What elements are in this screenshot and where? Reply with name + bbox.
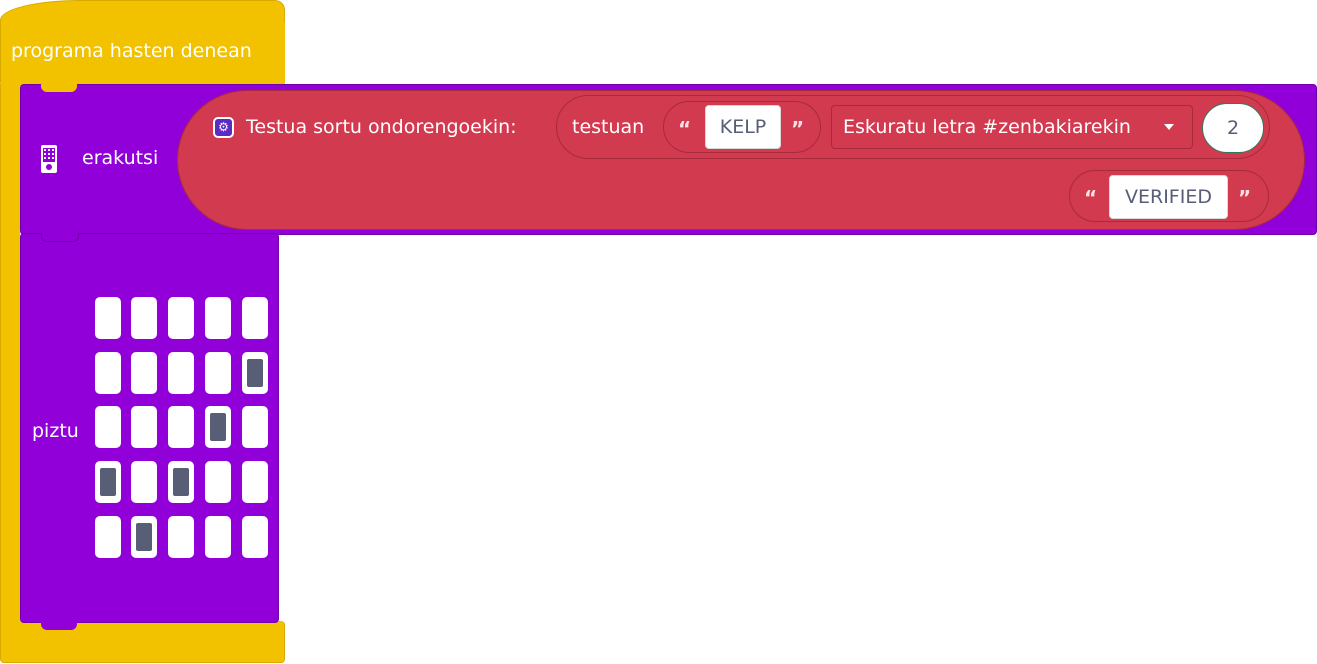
led-cell[interactable]: [205, 461, 231, 503]
open-quote-icon: “: [678, 117, 692, 141]
led-display-icon: [41, 145, 57, 173]
led-cell[interactable]: [205, 352, 231, 394]
dropdown-arrow-icon[interactable]: [1162, 122, 1176, 132]
block-notch: [41, 84, 77, 92]
led-cell[interactable]: [168, 516, 194, 558]
led-cell[interactable]: [95, 297, 121, 339]
led-cell[interactable]: [168, 297, 194, 339]
led-cell[interactable]: [168, 461, 194, 503]
index-number-field[interactable]: 2: [1202, 103, 1264, 153]
led-cell[interactable]: [168, 352, 194, 394]
event-block-label: programa hasten denean: [11, 40, 252, 62]
block-notch-bottom: [41, 622, 77, 630]
led-cell[interactable]: [205, 516, 231, 558]
close-quote-icon: ”: [791, 117, 805, 141]
event-block-arm: [0, 84, 20, 624]
led-cell[interactable]: [168, 406, 194, 448]
in-text-label: testuan: [572, 116, 645, 138]
join-text-label: Testua sortu ondorengoekin:: [246, 116, 517, 138]
led-cell[interactable]: [242, 297, 268, 339]
gear-icon[interactable]: ⚙: [213, 117, 234, 138]
show-string-label: erakutsi: [82, 147, 159, 169]
led-cell[interactable]: [131, 297, 157, 339]
text-field-verified[interactable]: VERIFIED: [1109, 175, 1228, 219]
close-quote-icon: ”: [1238, 186, 1252, 210]
led-cell[interactable]: [131, 352, 157, 394]
led-cell[interactable]: [242, 406, 268, 448]
led-cell[interactable]: [95, 461, 121, 503]
led-cell[interactable]: [242, 516, 268, 558]
led-cell[interactable]: [242, 461, 268, 503]
show-leds-label: piztu: [32, 420, 79, 442]
led-cell[interactable]: [131, 516, 157, 558]
text-field-kelp[interactable]: KELP: [705, 105, 781, 149]
open-quote-icon: “: [1084, 186, 1098, 210]
led-cell[interactable]: [205, 297, 231, 339]
led-cell[interactable]: [95, 516, 121, 558]
led-cell[interactable]: [95, 352, 121, 394]
led-cell[interactable]: [131, 406, 157, 448]
led-cell[interactable]: [242, 352, 268, 394]
char-at-dropdown-label: Eskuratu letra #zenbakiarekin: [843, 116, 1131, 138]
led-cell[interactable]: [95, 406, 121, 448]
led-cell[interactable]: [131, 461, 157, 503]
led-cell[interactable]: [205, 406, 231, 448]
block-notch: [41, 233, 79, 242]
